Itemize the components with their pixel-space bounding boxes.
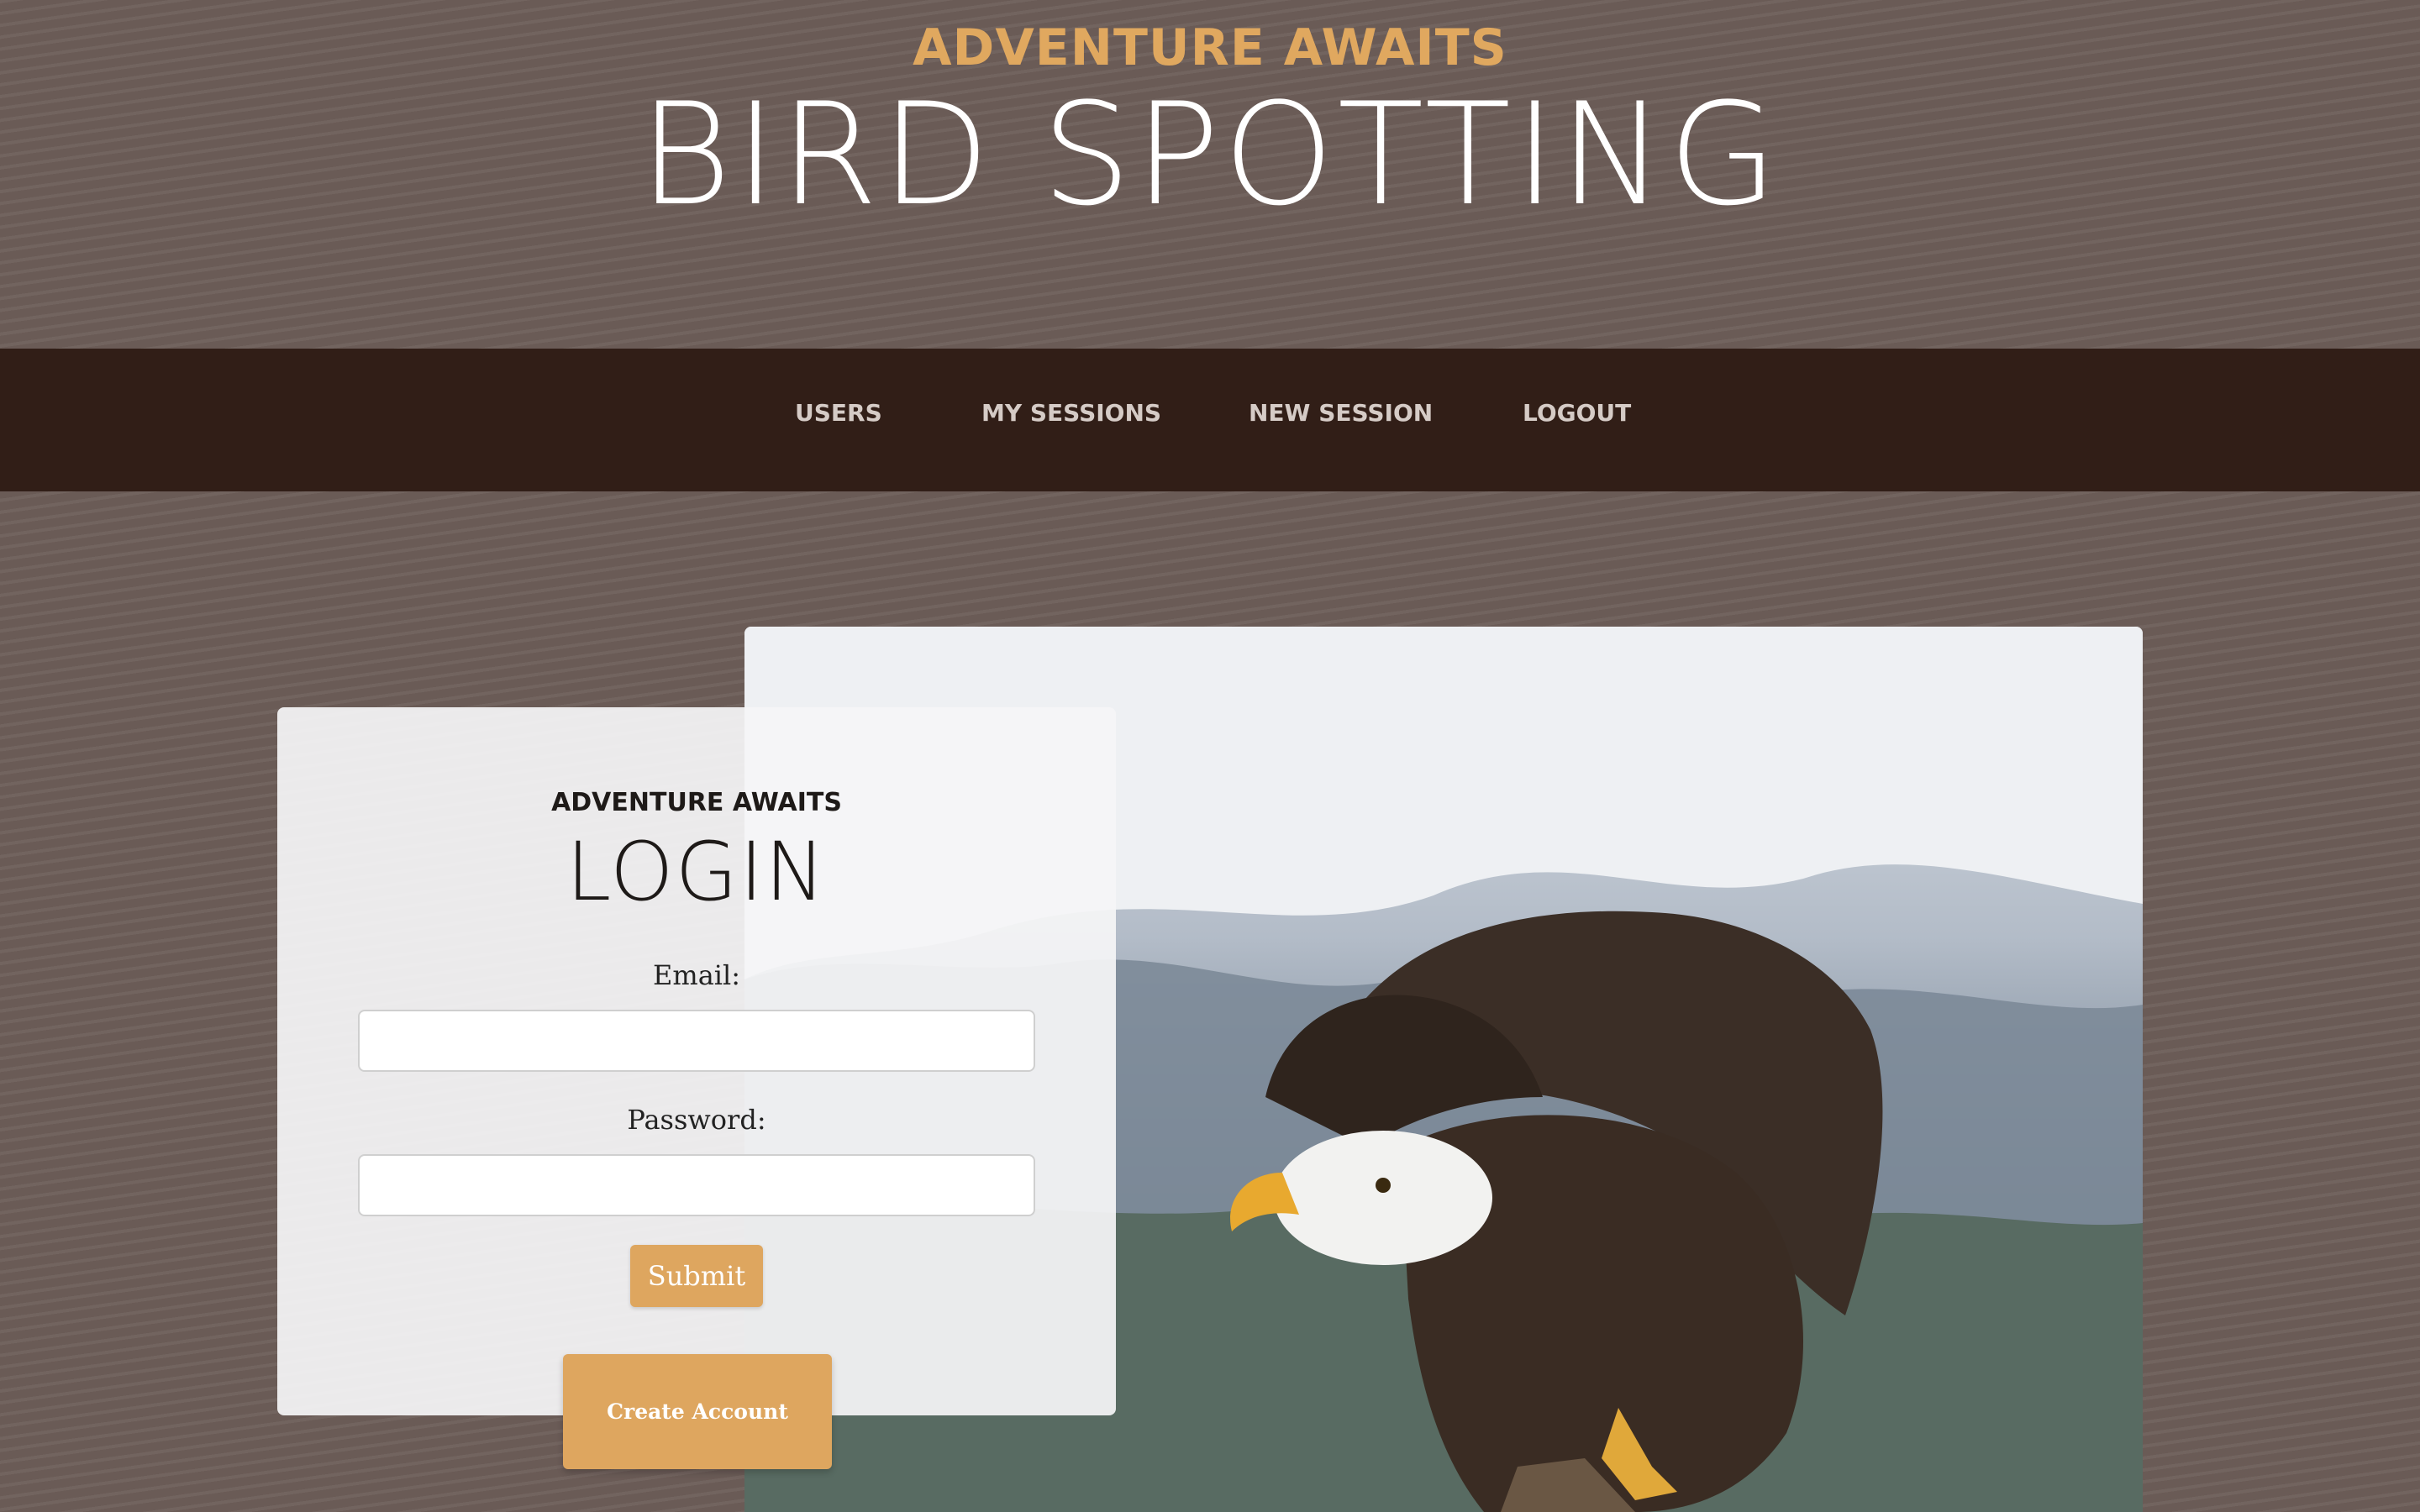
login-card: ADVENTURE AWAITS LOGIN Email: Password: … — [277, 707, 1116, 1415]
password-field[interactable] — [358, 1154, 1035, 1216]
login-kicker: ADVENTURE AWAITS — [551, 788, 842, 817]
submit-button[interactable]: Submit — [630, 1245, 763, 1307]
site-header: ADVENTURE AWAITS BIRD SPOTTING — [0, 0, 2420, 349]
nav-item-my-sessions[interactable]: MY SESSIONS — [981, 399, 1161, 427]
nav-item-new-session[interactable]: NEW SESSION — [1249, 399, 1433, 427]
nav-item-users[interactable]: USERS — [795, 399, 882, 427]
site-title: BIRD SPOTTING — [639, 72, 1781, 237]
email-label: Email: — [652, 959, 741, 991]
main-navbar: USERS MY SESSIONS NEW SESSION LOGOUT — [0, 349, 2420, 491]
login-title: LOGIN — [566, 825, 828, 919]
site-kicker: ADVENTURE AWAITS — [913, 18, 1507, 77]
create-account-button[interactable]: Create Account — [563, 1354, 832, 1469]
nav-item-logout[interactable]: LOGOUT — [1523, 399, 1631, 427]
email-field[interactable] — [358, 1010, 1035, 1072]
password-label: Password: — [627, 1104, 766, 1136]
